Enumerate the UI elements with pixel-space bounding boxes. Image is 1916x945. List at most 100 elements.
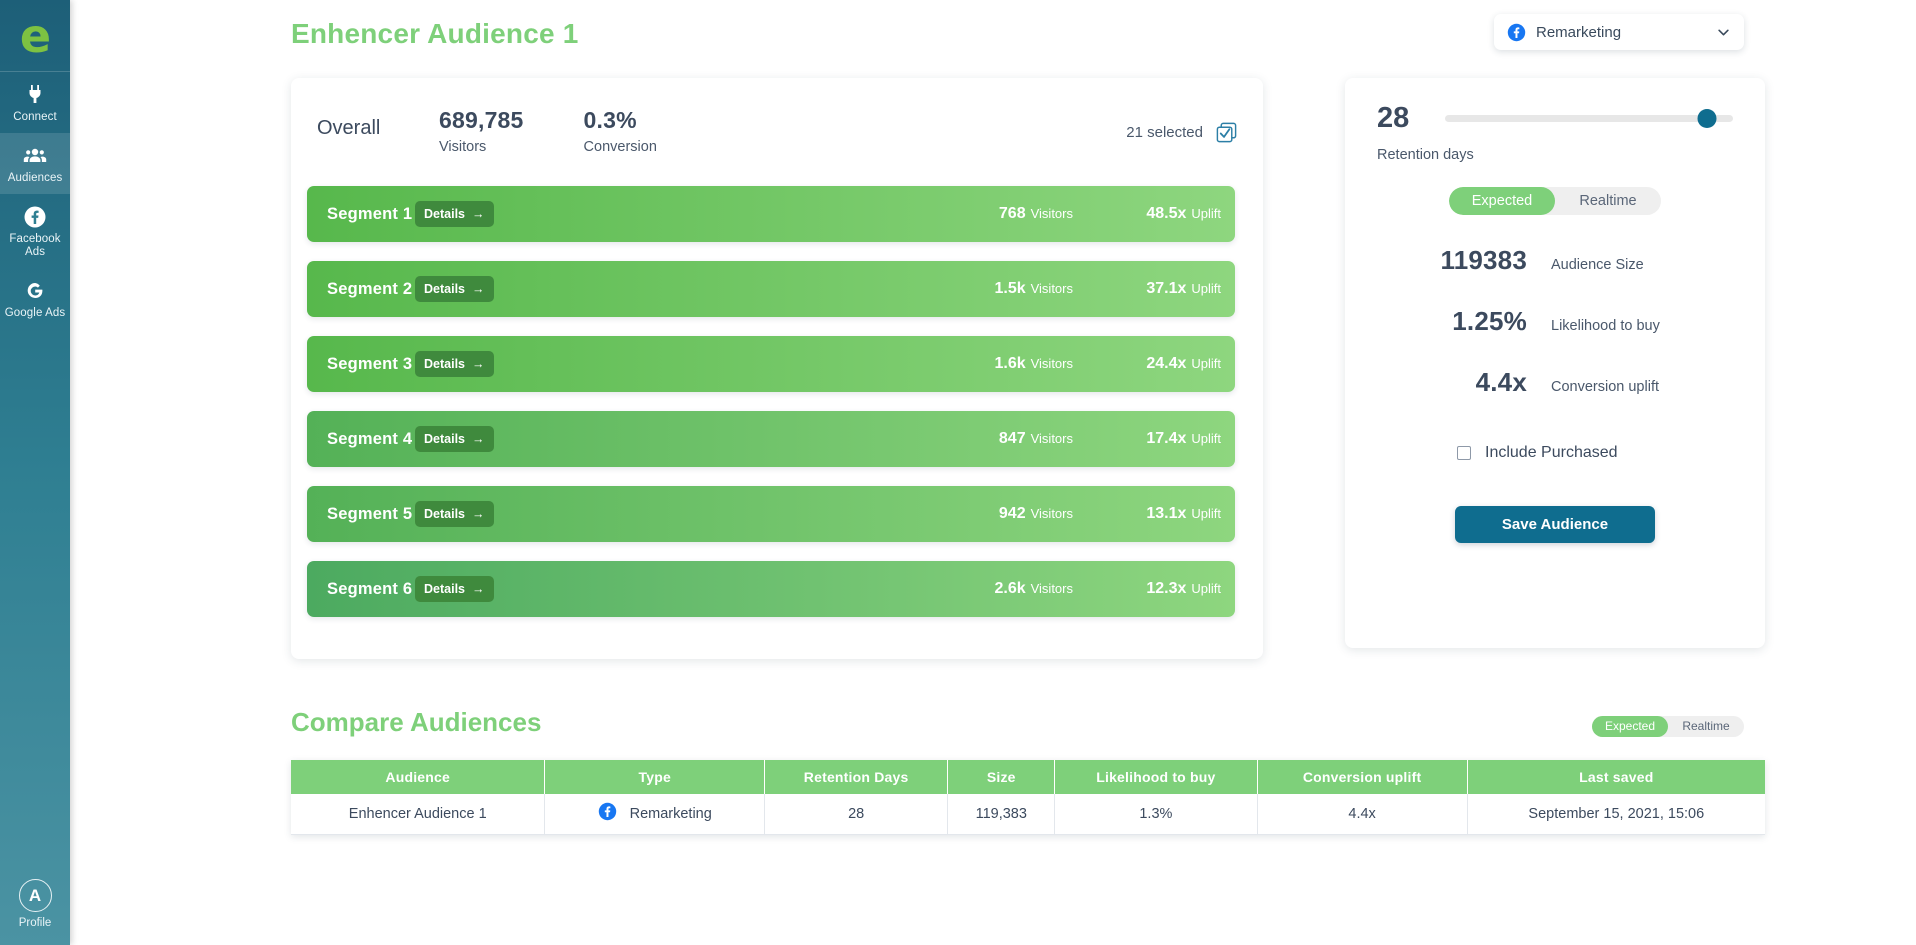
mode-toggle-realtime[interactable]: Realtime <box>1555 187 1661 215</box>
segment-uplift: 12.3x Uplift <box>1073 580 1221 598</box>
segment-name: Segment 2 <box>327 279 413 298</box>
stat-value: 0.3% <box>583 107 637 133</box>
table-column-header: Audience <box>291 760 546 794</box>
cell-size: 119,383 <box>947 794 1056 835</box>
segment-details-button[interactable]: Details → <box>415 351 494 377</box>
overall-stat-conversion: 0.3% Conversion <box>584 107 657 155</box>
uplift-unit: Uplift <box>1191 206 1221 221</box>
sidebar-item-label: Facebook Ads <box>9 233 61 258</box>
segment-details-button[interactable]: Details → <box>415 501 494 527</box>
table-header-row: Audience Type Retention Days Size Likelihood… <box>291 760 1765 794</box>
kpi-value: 119383 <box>1440 245 1527 275</box>
uplift-value: 24.4x <box>1146 355 1187 372</box>
segment-details-button[interactable]: Details → <box>415 201 494 227</box>
segment-name: Segment 1 <box>327 204 413 223</box>
facebook-icon <box>1507 23 1526 42</box>
segment-details-button[interactable]: Details → <box>415 576 494 602</box>
arrow-right-icon: → <box>472 507 485 521</box>
table-body: Enhencer Audience 1 Remarketing 28 119,383 1… <box>291 794 1765 835</box>
mode-toggle: Expected Realtime <box>1449 187 1661 215</box>
segment-name: Segment 6 <box>327 579 413 598</box>
sidebar-item-label: Audiences <box>7 172 63 184</box>
uplift-value: 48.5x <box>1146 205 1187 222</box>
segment-row[interactable]: Segment 5 Details → 942 Visitors 13.1x Uplift <box>307 486 1235 542</box>
segment-visitors: 768 Visitors <box>905 205 1073 223</box>
sidebar-item-profile[interactable]: A Profile <box>0 879 70 945</box>
segment-metrics: 768 Visitors 48.5x Uplift <box>905 205 1235 223</box>
retention-row: 28 <box>1377 102 1733 135</box>
details-label: Details <box>424 207 465 221</box>
cell-retention-days: 28 <box>764 794 949 835</box>
kpi-label: Likelihood to buy <box>1551 318 1660 334</box>
sidebar-item-connect[interactable]: Connect <box>0 72 70 133</box>
uplift-value: 37.1x <box>1146 280 1187 297</box>
compare-toggle-realtime[interactable]: Realtime <box>1668 716 1744 737</box>
arrow-right-icon: → <box>472 432 485 446</box>
visitors-value: 847 <box>998 430 1026 447</box>
segment-visitors: 2.6k Visitors <box>905 580 1073 598</box>
mode-toggle-expected[interactable]: Expected <box>1449 187 1555 215</box>
segment-row[interactable]: Segment 1 Details → 768 Visitors 48.5x Uplift <box>307 186 1235 242</box>
details-label: Details <box>424 282 465 296</box>
segments-scroll-area[interactable]: Segment 1 Details → 768 Visitors 48.5x Uplift S… <box>291 178 1263 647</box>
overall-header: Overall 689,785 Visitors 0.3% Conversion… <box>291 78 1263 170</box>
segment-visitors: 1.5k Visitors <box>905 280 1073 298</box>
visitors-unit: Visitors <box>1030 206 1073 221</box>
segment-uplift: 48.5x Uplift <box>1073 205 1221 223</box>
compare-mode-toggle: Expected Realtime <box>1592 716 1744 737</box>
overall-stat-visitors: 689,785 Visitors <box>439 107 524 155</box>
segment-row[interactable]: Segment 6 Details → 2.6k Visitors 12.3x Uplift <box>307 561 1235 617</box>
details-label: Details <box>424 357 465 371</box>
details-label: Details <box>424 432 465 446</box>
selected-count-label: 21 selected <box>1126 124 1203 141</box>
segment-details-button[interactable]: Details → <box>415 276 494 302</box>
account-type-select[interactable]: Remarketing <box>1494 14 1744 50</box>
avatar: A <box>18 879 52 912</box>
segment-row[interactable]: Segment 4 Details → 847 Visitors 17.4x Uplift <box>307 411 1235 467</box>
uplift-value: 12.3x <box>1146 580 1187 597</box>
chevron-down-icon <box>1716 25 1731 40</box>
segment-row[interactable]: Segment 3 Details → 1.6k Visitors 24.4x Uplift <box>307 336 1235 392</box>
segment-row[interactable]: Segment 2 Details → 1.5k Visitors 37.1x Uplift <box>307 261 1235 317</box>
table-column-header: Retention Days <box>764 760 949 794</box>
compare-toggle-expected[interactable]: Expected <box>1592 716 1668 737</box>
segments-list: Segment 1 Details → 768 Visitors 48.5x Uplift S… <box>307 186 1235 617</box>
kpi-value: 4.4x <box>1475 367 1527 397</box>
segment-uplift: 37.1x Uplift <box>1073 280 1221 298</box>
segment-uplift: 24.4x Uplift <box>1073 355 1221 373</box>
kpi-likelihood-to-buy: 1.25% Likelihood to buy <box>1377 306 1733 337</box>
uplift-value: 13.1x <box>1146 505 1187 522</box>
table-row[interactable]: Enhencer Audience 1 Remarketing 28 119,383 1… <box>291 794 1765 835</box>
segment-metrics: 1.6k Visitors 24.4x Uplift <box>905 355 1235 373</box>
save-audience-button[interactable]: Save Audience <box>1455 506 1655 543</box>
retention-days-label: Retention days <box>1377 147 1474 163</box>
segment-visitors: 942 Visitors <box>905 505 1073 523</box>
segment-uplift: 17.4x Uplift <box>1073 430 1221 448</box>
arrow-right-icon: → <box>472 357 485 371</box>
include-purchased-checkbox[interactable]: Include Purchased <box>1457 444 1733 462</box>
visitors-unit: Visitors <box>1030 506 1073 521</box>
visitors-value: 1.6k <box>994 355 1026 372</box>
details-label: Details <box>424 507 465 521</box>
profile-label: Profile <box>18 917 52 929</box>
cell-last-saved: September 15, 2021, 15:06 <box>1467 794 1765 835</box>
selection-controls: 21 selected <box>1126 121 1238 144</box>
sidebar-item-facebook-ads[interactable]: Facebook Ads <box>0 194 70 268</box>
segment-name: Segment 4 <box>327 429 413 448</box>
sidebar-item-google-ads[interactable]: Google Ads <box>0 268 70 329</box>
kpi-label: Conversion uplift <box>1551 379 1659 395</box>
segment-details-button[interactable]: Details → <box>415 426 494 452</box>
type-label: Remarketing <box>629 805 712 822</box>
visitors-unit: Visitors <box>1030 431 1073 446</box>
retention-days-slider[interactable] <box>1445 109 1733 128</box>
slider-knob[interactable] <box>1697 109 1717 128</box>
checkbox-multi-icon[interactable] <box>1215 121 1238 144</box>
uplift-value: 17.4x <box>1146 430 1187 447</box>
sidebar-item-audiences[interactable]: Audiences <box>0 133 70 194</box>
overall-label: Overall <box>317 117 381 139</box>
app-logo[interactable]: e <box>0 0 70 72</box>
checkbox-icon[interactable] <box>1457 446 1471 460</box>
cell-type: Remarketing <box>544 794 765 835</box>
visitors-value: 2.6k <box>994 580 1026 597</box>
stat-key: Visitors <box>439 139 487 155</box>
